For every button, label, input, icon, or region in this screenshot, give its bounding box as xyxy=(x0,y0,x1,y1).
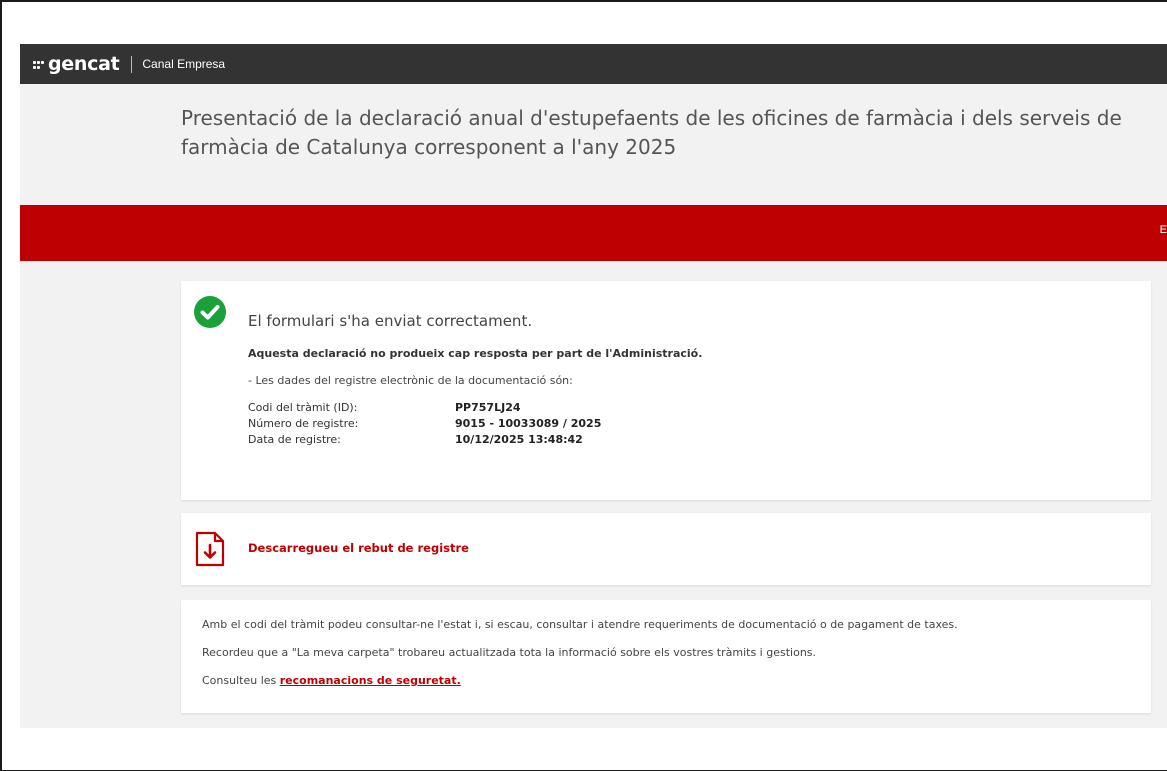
registry-intro: - Les dades del registre electrònic de l… xyxy=(248,374,573,387)
banner-edge-text: E xyxy=(1159,224,1167,236)
success-message: El formulari s'ha enviat correctament. xyxy=(248,312,533,330)
info-line-carpeta: Recordeu que a "La meva carpeta" trobare… xyxy=(202,646,817,659)
header-divider xyxy=(131,55,133,73)
page-title: Presentació de la declaració anual d'est… xyxy=(181,106,1122,159)
field-value: PP757LJ24 xyxy=(455,401,521,414)
no-response-notice: Aquesta declaració no produeix cap respo… xyxy=(248,347,703,360)
security-recommendations-link[interactable]: recomanacions de seguretat. xyxy=(280,674,461,687)
info-line-security: Consulteu les recomanacions de seguretat… xyxy=(202,674,461,687)
info-line-status: Amb el codi del tràmit podeu consultar-n… xyxy=(202,618,958,631)
info-card: Amb el codi del tràmit podeu consultar-n… xyxy=(181,600,1151,713)
field-label: Número de registre: xyxy=(248,417,359,430)
field-label: Data de registre: xyxy=(248,433,341,446)
field-value: 9015 - 10033089 / 2025 xyxy=(455,417,602,430)
field-label: Codi del tràmit (ID): xyxy=(248,401,358,414)
check-circle-icon xyxy=(194,296,226,328)
section-name[interactable]: Canal Empresa xyxy=(142,57,225,71)
browser-viewport: gencat Canal Empresa Presentació de la d… xyxy=(20,44,1167,728)
confirmation-card: El formulari s'ha enviat correctament. A… xyxy=(181,281,1151,500)
gencat-logo[interactable]: gencat xyxy=(33,52,120,75)
download-receipt-link[interactable]: Descarregueu el rebut de registre xyxy=(248,541,469,555)
security-prefix: Consulteu les xyxy=(202,674,280,687)
field-value: 10/12/2025 13:48:42 xyxy=(455,433,583,446)
logo-text: gencat xyxy=(48,52,120,75)
download-card: Descarregueu el rebut de registre xyxy=(181,513,1151,585)
red-banner: E xyxy=(20,205,1167,261)
pdf-download-icon[interactable] xyxy=(195,531,225,567)
window-frame: gencat Canal Empresa Presentació de la d… xyxy=(0,0,1167,771)
gencat-dots-icon xyxy=(33,57,47,71)
top-header-bar: gencat Canal Empresa xyxy=(20,44,1167,84)
